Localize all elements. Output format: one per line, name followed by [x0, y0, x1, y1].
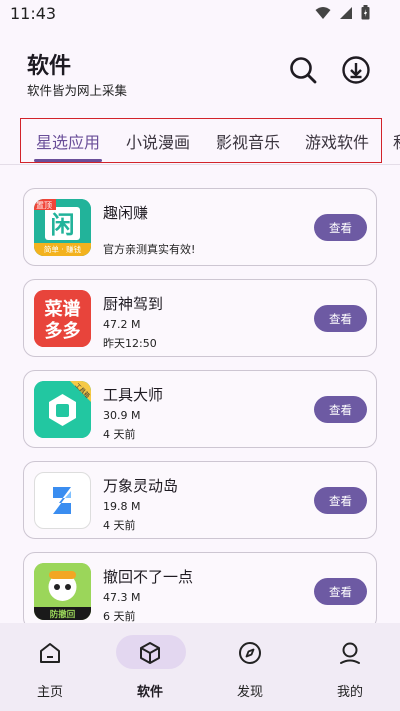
- status-bar: 11:43: [0, 0, 400, 28]
- anti-recall-icon: 防撤回: [34, 563, 91, 620]
- app-name: 万象灵动岛: [103, 477, 179, 495]
- search-button[interactable]: [286, 53, 320, 87]
- nav-label: 发现: [236, 685, 263, 700]
- status-icons: [315, 5, 370, 20]
- download-icon: [342, 56, 370, 84]
- icon-glyph: 闲: [51, 211, 75, 239]
- view-button[interactable]: 查看: [314, 305, 367, 332]
- dynamic-island-icon: [34, 472, 91, 529]
- search-icon: [290, 57, 317, 84]
- app-list: 置顶 闲 简单 · 赚钱 趣闲赚 官方亲测真实有效! 查看 菜谱 多多 厨神驾到…: [0, 168, 400, 623]
- active-tab-indicator: [34, 159, 102, 162]
- view-button[interactable]: 查看: [314, 487, 367, 514]
- svg-text:多多: 多多: [45, 320, 81, 342]
- app-card[interactable]: 工具箱 工具大师 30.9 M 4 天前 查看: [23, 370, 377, 448]
- box-icon: [136, 639, 164, 667]
- nav-discover[interactable]: 发现: [200, 623, 300, 711]
- app-updated: 4 天前: [103, 519, 136, 532]
- app-size: 47.3 M: [103, 591, 141, 604]
- quxianzhuan-icon: 置顶 闲 简单 · 赚钱: [34, 199, 91, 256]
- app-description: 官方亲测真实有效!: [103, 243, 196, 256]
- icon-text: 菜谱: [44, 298, 81, 320]
- nav-label: 软件: [136, 685, 163, 700]
- top-badge: 置顶: [36, 201, 52, 210]
- bottom-navigation: 主页 软件 发现 我的: [0, 623, 400, 711]
- status-time: 11:43: [10, 4, 57, 23]
- app-size: 19.8 M: [103, 500, 141, 513]
- app-updated: 昨天12:50: [103, 337, 157, 350]
- nav-label: 我的: [336, 685, 363, 700]
- highlight-box: [20, 118, 382, 163]
- tabs-divider: [0, 164, 400, 165]
- app-card[interactable]: 万象灵动岛 19.8 M 4 天前 查看: [23, 461, 377, 539]
- app-card[interactable]: 置顶 闲 简单 · 赚钱 趣闲赚 官方亲测真实有效! 查看: [23, 188, 377, 266]
- icon-text: 防撤回: [50, 609, 76, 620]
- nav-software[interactable]: 软件: [100, 623, 200, 711]
- app-name: 工具大师: [103, 386, 164, 404]
- app-name: 撤回不了一点: [103, 568, 194, 586]
- view-button[interactable]: 查看: [314, 214, 367, 241]
- battery-icon: [361, 5, 370, 20]
- profile-icon: [336, 639, 364, 667]
- home-icon: [36, 639, 64, 667]
- page-header: 软件 软件皆为网上采集: [0, 40, 400, 110]
- compass-icon: [236, 639, 264, 667]
- download-button[interactable]: [339, 53, 373, 87]
- view-button[interactable]: 查看: [314, 578, 367, 605]
- app-name: 趣闲赚: [103, 204, 149, 222]
- nav-label: 主页: [36, 685, 63, 700]
- nav-home[interactable]: 主页: [0, 623, 100, 711]
- view-button[interactable]: 查看: [314, 396, 367, 423]
- caipu-duoduo-icon: 菜谱 多多: [34, 290, 91, 347]
- tab-partial-next[interactable]: 私: [393, 129, 400, 153]
- app-size: 47.2 M: [103, 318, 141, 331]
- nav-profile[interactable]: 我的: [300, 623, 400, 711]
- app-card[interactable]: 菜谱 多多 厨神驾到 47.2 M 昨天12:50 查看: [23, 279, 377, 357]
- category-tabs: 星选应用 小说漫画 影视音乐 游戏软件 私: [0, 116, 400, 166]
- app-card[interactable]: 防撤回 撤回不了一点 47.3 M 6 天前 查看: [23, 552, 377, 623]
- page-subtitle: 软件皆为网上采集: [27, 83, 128, 98]
- wifi-icon: [315, 6, 331, 19]
- app-updated: 4 天前: [103, 428, 136, 441]
- app-name: 厨神驾到: [103, 295, 164, 313]
- tool-master-icon: 工具箱: [34, 381, 91, 438]
- icon-tagline: 简单 · 赚钱: [44, 244, 82, 254]
- signal-icon: [340, 6, 352, 19]
- app-size: 30.9 M: [103, 409, 141, 422]
- app-updated: 6 天前: [103, 610, 136, 623]
- page-title: 软件: [27, 54, 72, 79]
